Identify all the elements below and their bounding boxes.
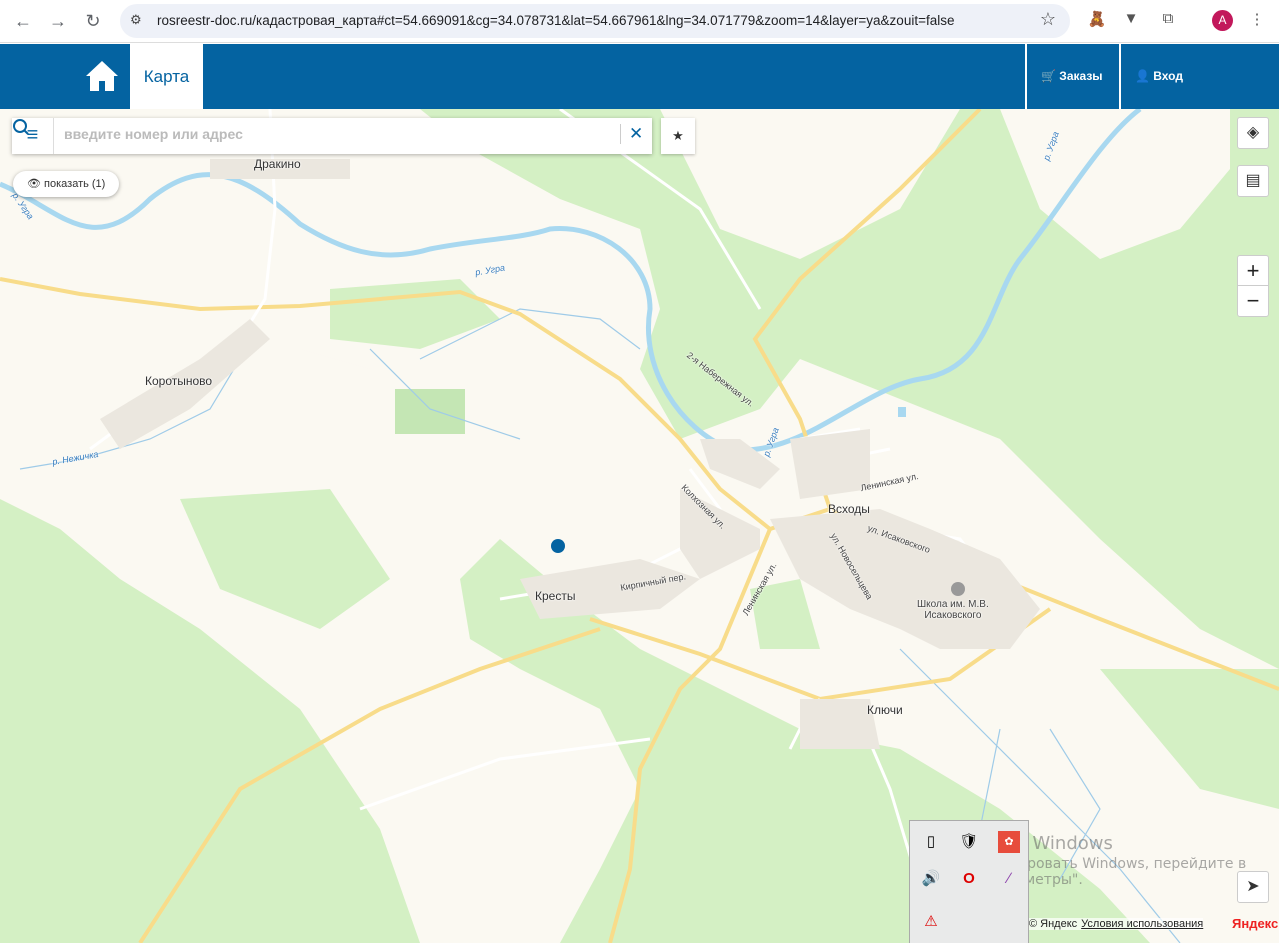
map-label: Всходы (828, 502, 870, 516)
clear-icon[interactable]: ✕ (620, 124, 643, 144)
browser-menu-icon[interactable]: ⋮ (1247, 10, 1267, 30)
system-tray-overflow: ▯ 🛡 ✿ 🔊 O ∕ ⚠ (909, 820, 1029, 943)
home-icon[interactable] (84, 58, 120, 94)
orders-button[interactable]: 🛒 Заказы (1025, 44, 1119, 109)
reload-button[interactable]: ↻ (80, 8, 106, 34)
zoom-out-button[interactable]: − (1238, 286, 1268, 316)
favorites-star-button[interactable]: ★ (661, 118, 695, 154)
network-warning-icon[interactable]: ⚠ (920, 911, 942, 933)
yandex-logo[interactable]: Яндекс (1232, 916, 1278, 931)
navigation-arrow-icon: ➤ (1246, 878, 1260, 895)
url-text[interactable]: rosreestr-doc.ru/кадастровая_карта#ct=54… (157, 13, 954, 28)
layers-icon: ◈ (1246, 124, 1260, 141)
ruler-icon: ▤ (1245, 172, 1261, 189)
zoom-control: + − (1237, 255, 1269, 317)
terms-link[interactable]: Условия использования (1081, 918, 1203, 930)
tab-map[interactable]: Карта (130, 44, 203, 109)
search-bar: ≡ ✕ (12, 118, 652, 154)
app-tray-icon[interactable]: ✿ (998, 831, 1020, 853)
map-label: Кресты (535, 589, 576, 603)
opera-icon[interactable]: O (958, 868, 980, 890)
location-marker[interactable] (551, 539, 565, 553)
back-button[interactable]: ← (10, 8, 36, 34)
cart-icon: 🛒 (1041, 69, 1056, 83)
feather-icon[interactable]: ∕ (998, 868, 1020, 890)
forward-button[interactable]: → (45, 8, 71, 34)
school-label: Школа им. М.В. Исаковского (917, 599, 989, 621)
map-label: Ключи (867, 703, 903, 717)
eye-icon: 👁 (27, 178, 41, 190)
search-input[interactable] (64, 126, 574, 142)
layers-button[interactable]: ◈ (1237, 117, 1269, 149)
map-label: Коротыново (145, 374, 213, 388)
volume-icon[interactable]: 🔊 (920, 868, 942, 890)
map-label: Дракино (254, 157, 301, 171)
attribution: © Яндекс Условия использования (1029, 918, 1204, 930)
user-icon: 👤 (1135, 69, 1150, 83)
extension-icon[interactable]: 🧸 (1087, 10, 1107, 30)
browser-toolbar: ← → ↻ ⚙ rosreestr-doc.ru/кадастровая_кар… (0, 0, 1279, 43)
usb-icon[interactable]: ▯ (920, 831, 942, 853)
show-button[interactable]: 👁 показать (1) (13, 171, 120, 197)
profile-avatar[interactable]: A (1212, 10, 1233, 31)
login-button[interactable]: 👤 Вход (1119, 44, 1279, 109)
bookmark-star-icon[interactable]: ☆ (1040, 9, 1056, 30)
address-bar[interactable]: ⚙ rosreestr-doc.ru/кадастровая_карта#ct=… (120, 4, 1070, 38)
extension-shield-icon[interactable]: ▼ (1121, 10, 1141, 30)
ruler-button[interactable]: ▤ (1237, 165, 1269, 197)
extensions-puzzle-icon[interactable]: ⧉ (1158, 10, 1178, 30)
map-tiles (0, 109, 1279, 943)
security-shield-icon[interactable]: 🛡 (958, 831, 980, 853)
site-settings-icon[interactable]: ⚙ (130, 12, 142, 28)
map-canvas[interactable]: Дракино р. Угра р. Угра р. Угра р. Угра … (0, 109, 1279, 943)
site-header: Карта 🛒 Заказы 👤 Вход (0, 44, 1279, 109)
zoom-in-button[interactable]: + (1238, 256, 1268, 286)
search-icon[interactable] (12, 118, 30, 136)
